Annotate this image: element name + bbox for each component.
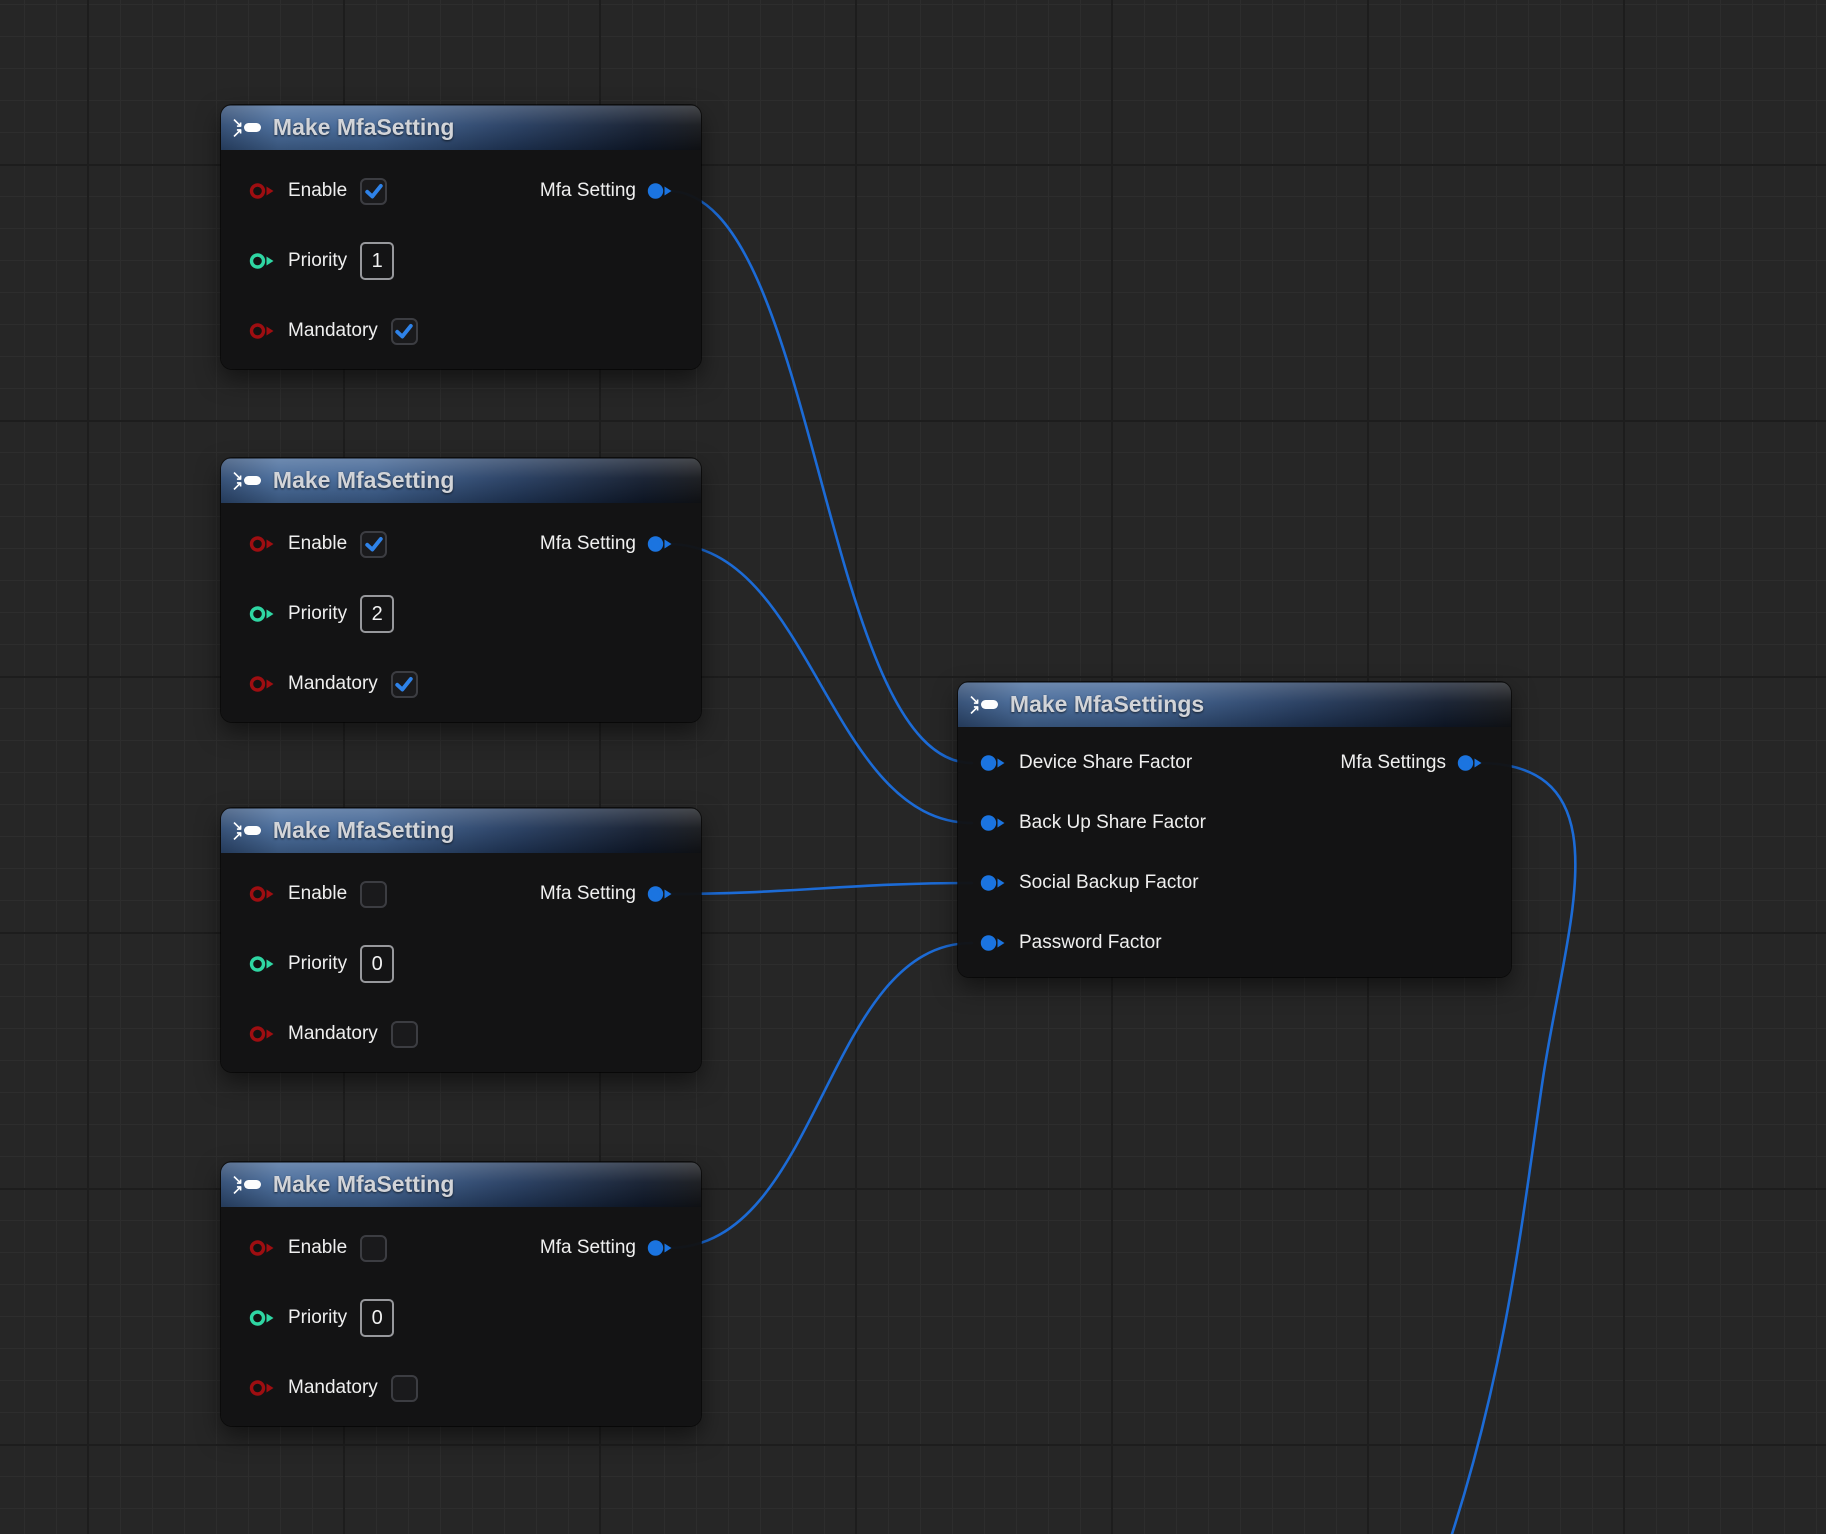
pin-label: Priority [288,250,347,272]
pin-label: Enable [288,180,347,202]
output-pin-label: Mfa Settings [1340,752,1446,774]
pin-row-priority: Priority 2 [221,579,701,649]
pin-row-enable: Enable Mfa Setting [221,1213,701,1283]
blueprint-graph-canvas[interactable]: ↘↗ Make MfaSetting Enable Mfa Setting Pr… [0,0,1826,1534]
pin-row-mandatory: Mandatory [221,296,701,366]
make-mfasetting-node-4[interactable]: ↘↗ Make MfaSetting Enable Mfa Setting Pr… [221,1162,701,1426]
make-mfasetting-node-2[interactable]: ↘↗ Make MfaSetting Enable Mfa Setting Pr… [221,458,701,722]
enable-checkbox[interactable] [360,531,387,558]
enable-checkbox[interactable] [360,881,387,908]
node-header[interactable]: ↘↗ Make MfaSetting [221,808,701,853]
pin-label: Mandatory [288,1377,378,1399]
mfa-settings-output-pin[interactable] [1457,754,1483,772]
pin-label: Password Factor [1019,932,1162,954]
pin-label: Priority [288,953,347,975]
mandatory-input-pin[interactable] [249,322,275,340]
make-struct-icon: ↘↗ [232,1175,261,1195]
mandatory-input-pin[interactable] [249,1379,275,1397]
make-struct-icon: ↘↗ [232,821,261,841]
priority-input-pin[interactable] [249,252,275,270]
node-title: Make MfaSettings [1010,691,1204,718]
pin-row-enable: Enable Mfa Setting [221,509,701,579]
priority-input-pin[interactable] [249,955,275,973]
make-struct-icon: ↘↗ [232,118,261,138]
node-title: Make MfaSetting [273,467,454,494]
enable-checkbox[interactable] [360,1235,387,1262]
pin-row-enable: Enable Mfa Setting [221,156,701,226]
output-pin-label: Mfa Setting [540,533,636,555]
mandatory-checkbox[interactable] [391,671,418,698]
mandatory-input-pin[interactable] [249,1025,275,1043]
pin-label: Mandatory [288,673,378,695]
pin-row-priority: Priority 0 [221,929,701,999]
make-mfasettings-node[interactable]: ↘↗ Make MfaSettings Device Share Factor … [958,682,1511,977]
mfa-setting-output-pin[interactable] [647,1239,673,1257]
pin-row-mandatory: Mandatory [221,1353,701,1423]
pin-label: Social Backup Factor [1019,872,1199,894]
priority-value-field[interactable]: 2 [360,595,394,633]
pin-row-priority: Priority 0 [221,1283,701,1353]
wire-mfasetting4-to-password-factor[interactable] [668,943,972,1248]
output-pin-label: Mfa Setting [540,883,636,905]
pin-label: Priority [288,603,347,625]
node-title: Make MfaSetting [273,1171,454,1198]
enable-input-pin[interactable] [249,535,275,553]
mandatory-checkbox[interactable] [391,318,418,345]
pin-row-priority: Priority 1 [221,226,701,296]
node-title: Make MfaSetting [273,114,454,141]
pin-row-device-share-factor: Device Share Factor Mfa Settings [958,733,1511,793]
node-header[interactable]: ↘↗ Make MfaSettings [958,682,1511,727]
pin-label: Enable [288,883,347,905]
pin-row-social-backup-factor: Social Backup Factor [958,853,1511,913]
pin-label: Priority [288,1307,347,1329]
pin-row-mandatory: Mandatory [221,999,701,1069]
pin-label: Back Up Share Factor [1019,812,1206,834]
enable-input-pin[interactable] [249,1239,275,1257]
pin-label: Enable [288,1237,347,1259]
pin-row-mandatory: Mandatory [221,649,701,719]
pin-label: Device Share Factor [1019,752,1192,774]
mandatory-input-pin[interactable] [249,675,275,693]
enable-input-pin[interactable] [249,182,275,200]
wire-mfasetting3-to-social-backup-factor[interactable] [668,883,972,894]
backup-share-factor-input-pin[interactable] [980,814,1006,832]
mfa-setting-output-pin[interactable] [647,885,673,903]
make-mfasetting-node-1[interactable]: ↘↗ Make MfaSetting Enable Mfa Setting Pr… [221,105,701,369]
make-struct-icon: ↘↗ [232,471,261,491]
priority-value-field[interactable]: 0 [360,945,394,983]
pin-row-enable: Enable Mfa Setting [221,859,701,929]
output-pin-label: Mfa Setting [540,180,636,202]
wire-mfasetting2-to-backup-share-factor[interactable] [668,544,972,823]
password-factor-input-pin[interactable] [980,934,1006,952]
pin-row-password-factor: Password Factor [958,913,1511,973]
wire-mfasetting1-to-device-share-factor[interactable] [668,191,972,763]
priority-value-field[interactable]: 0 [360,1299,394,1337]
node-header[interactable]: ↘↗ Make MfaSetting [221,1162,701,1207]
enable-checkbox[interactable] [360,178,387,205]
priority-value-field[interactable]: 1 [360,242,394,280]
social-backup-factor-input-pin[interactable] [980,874,1006,892]
pin-label: Mandatory [288,1023,378,1045]
priority-input-pin[interactable] [249,605,275,623]
node-title: Make MfaSetting [273,817,454,844]
mfa-setting-output-pin[interactable] [647,182,673,200]
output-pin-label: Mfa Setting [540,1237,636,1259]
pin-label: Mandatory [288,320,378,342]
node-header[interactable]: ↘↗ Make MfaSetting [221,105,701,150]
priority-input-pin[interactable] [249,1309,275,1327]
mfa-setting-output-pin[interactable] [647,535,673,553]
node-header[interactable]: ↘↗ Make MfaSetting [221,458,701,503]
pin-label: Enable [288,533,347,555]
mandatory-checkbox[interactable] [391,1021,418,1048]
make-struct-icon: ↘↗ [969,695,998,715]
device-share-factor-input-pin[interactable] [980,754,1006,772]
enable-input-pin[interactable] [249,885,275,903]
mandatory-checkbox[interactable] [391,1375,418,1402]
pin-row-backup-share-factor: Back Up Share Factor [958,793,1511,853]
make-mfasetting-node-3[interactable]: ↘↗ Make MfaSetting Enable Mfa Setting Pr… [221,808,701,1072]
